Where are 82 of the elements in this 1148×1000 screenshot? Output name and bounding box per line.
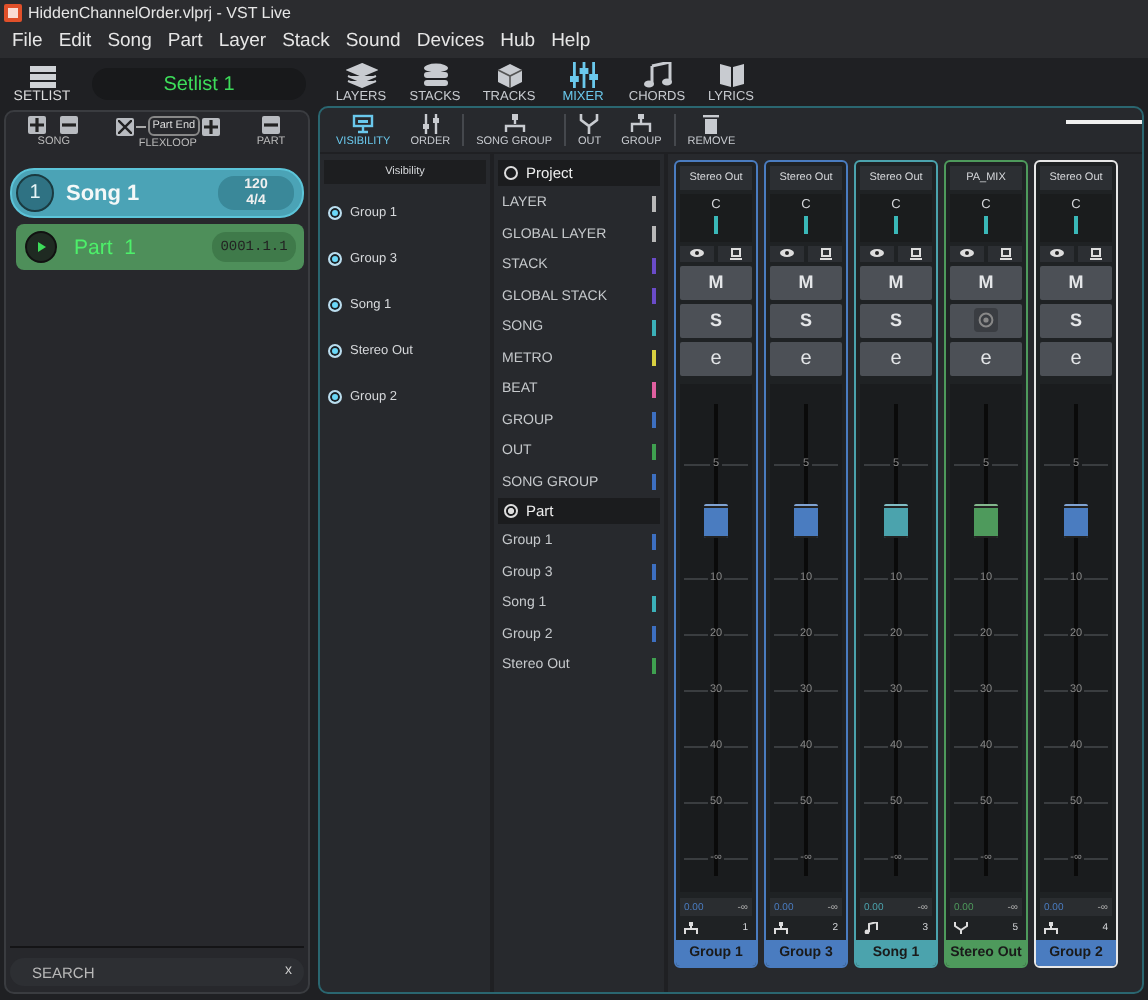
menu-item[interactable]: Stack xyxy=(274,30,338,52)
solo-button[interactable]: S xyxy=(860,303,932,338)
fader-handle[interactable] xyxy=(884,503,908,538)
menu-item[interactable]: Edit xyxy=(50,30,100,52)
eye-icon[interactable] xyxy=(950,245,984,262)
radio-button[interactable] xyxy=(328,252,342,266)
solo-button[interactable]: S xyxy=(770,303,842,338)
add-part-button[interactable] xyxy=(201,117,220,135)
remove-song-button[interactable] xyxy=(60,116,79,134)
edit-button[interactable]: e xyxy=(680,341,752,375)
edit-button[interactable]: e xyxy=(950,341,1022,375)
radio-button[interactable] xyxy=(328,390,342,404)
menu-item[interactable]: Part xyxy=(159,30,211,52)
list-icon xyxy=(29,65,55,87)
song-name: Song 1 xyxy=(66,181,142,205)
plus-icon xyxy=(203,119,218,133)
mixer-icon xyxy=(567,61,599,87)
mute-button[interactable]: M xyxy=(1040,265,1112,300)
hierarchy-icon xyxy=(774,922,788,935)
stack-icon xyxy=(419,61,451,87)
mute-button[interactable]: M xyxy=(770,265,842,300)
trash-icon xyxy=(700,113,723,133)
eye-icon[interactable] xyxy=(770,245,804,262)
radio-button[interactable] xyxy=(504,166,518,180)
plus-icon xyxy=(30,118,45,132)
hierarchy-icon xyxy=(503,113,526,133)
menu-item[interactable]: Song xyxy=(99,30,160,52)
window-title: HiddenChannelOrder.vlprj - VST Live xyxy=(28,3,291,21)
add-song-button[interactable] xyxy=(28,116,47,134)
eye-icon[interactable] xyxy=(860,245,894,262)
edit-button[interactable]: e xyxy=(860,341,932,375)
hierarchy-icon xyxy=(684,922,698,935)
fader-handle[interactable] xyxy=(1064,503,1088,538)
menu-item[interactable]: File xyxy=(4,30,51,52)
monitor-icon[interactable] xyxy=(1078,245,1112,262)
hierarchy-icon xyxy=(1044,922,1058,935)
edit-button[interactable]: e xyxy=(1040,341,1112,375)
fader-handle[interactable] xyxy=(704,503,728,538)
radio-button[interactable] xyxy=(328,298,342,312)
mute-button[interactable]: M xyxy=(860,265,932,300)
minus-icon xyxy=(263,118,278,132)
note-icon xyxy=(864,922,878,935)
setlist-name[interactable]: Setlist 1 xyxy=(92,68,306,100)
monitor-icon[interactable] xyxy=(898,245,932,262)
solo-button[interactable]: S xyxy=(1040,303,1112,338)
monitor-icon xyxy=(352,113,375,133)
song-number: 1 xyxy=(16,174,54,212)
sliders-icon xyxy=(419,113,442,133)
mute-button[interactable]: M xyxy=(680,265,752,300)
circle-icon[interactable] xyxy=(974,308,998,333)
part-name: Part 1 xyxy=(74,235,138,259)
eye-icon[interactable] xyxy=(680,245,714,262)
fork-icon xyxy=(954,922,968,935)
mute-button[interactable]: M xyxy=(950,265,1022,300)
radio-button[interactable] xyxy=(504,504,518,518)
music-note-icon xyxy=(641,61,673,87)
menu-item[interactable]: Sound xyxy=(337,30,409,52)
hierarchy-icon xyxy=(630,113,653,133)
solo-button[interactable]: S xyxy=(680,303,752,338)
edit-button[interactable]: e xyxy=(770,341,842,375)
monitor-icon[interactable] xyxy=(808,245,842,262)
cross-icon xyxy=(118,119,133,133)
menu-item[interactable]: Devices xyxy=(408,30,493,52)
cube-icon xyxy=(493,61,525,87)
menu-item[interactable]: Help xyxy=(543,30,599,52)
fader-handle[interactable] xyxy=(974,503,998,538)
fork-icon xyxy=(578,113,601,133)
eye-icon[interactable] xyxy=(1040,245,1074,262)
flexloop-button[interactable] xyxy=(116,117,135,135)
radio-button[interactable] xyxy=(328,206,342,220)
menu-item[interactable]: Layer xyxy=(210,30,275,52)
radio-button[interactable] xyxy=(328,344,342,358)
minus-icon xyxy=(62,118,77,132)
app-icon xyxy=(4,3,22,21)
layers-icon xyxy=(345,61,377,87)
remove-part-button[interactable] xyxy=(261,116,280,134)
monitor-icon[interactable] xyxy=(988,245,1022,262)
play-icon[interactable] xyxy=(24,230,58,264)
menu-item[interactable]: Hub xyxy=(492,30,544,52)
monitor-icon[interactable] xyxy=(718,245,752,262)
book-icon xyxy=(715,61,747,87)
fader-handle[interactable] xyxy=(794,503,818,538)
